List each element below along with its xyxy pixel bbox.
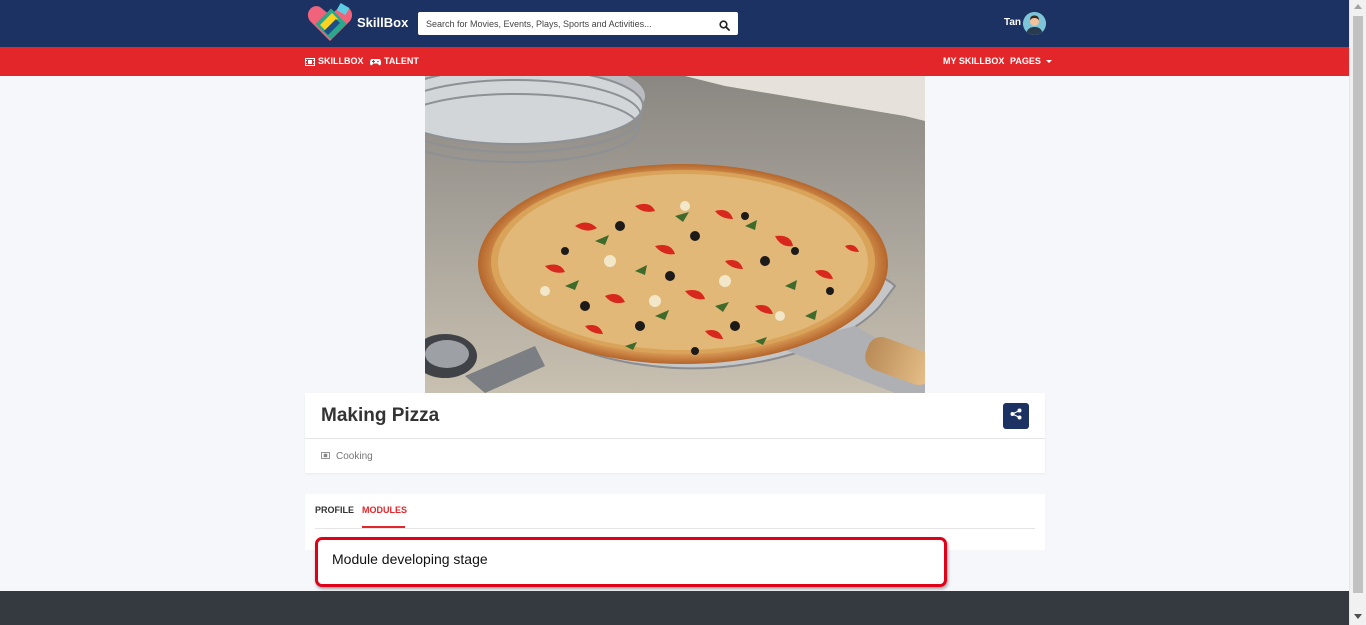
nav-talent[interactable]: TALENT [370,47,419,76]
nav-talent-label: TALENT [384,56,419,66]
page-footer [0,591,1349,625]
nav-pages-dropdown[interactable]: PAGES [1010,47,1052,76]
share-icon [1010,407,1022,425]
gamepad-icon [370,58,381,66]
card-divider [305,438,1045,439]
active-tab-indicator [362,526,405,528]
brand-name[interactable]: SkillBox [357,15,408,30]
course-cover-image [425,76,925,393]
skillbox-logo-icon[interactable] [306,3,354,44]
nav-pages-label: PAGES [1010,56,1041,66]
film-icon [321,451,330,462]
tab-profile[interactable]: PROFILE [315,505,354,515]
top-header: SkillBox Tan [0,0,1349,47]
course-title: Making Pizza [321,405,440,426]
scroll-up-icon[interactable] [1354,4,1362,9]
course-category: Cooking [321,451,373,462]
main-nav: SKILLBOX TALENT MY SKILLBOX PAGES [0,47,1349,76]
film-icon [305,57,315,66]
vertical-scrollbar[interactable] [1349,0,1366,625]
course-header-card: Making Pizza Cooking [305,393,1045,473]
search-bar [418,12,738,35]
chevron-down-icon [1045,60,1052,63]
module-status-box: Module developing stage [315,537,947,587]
share-button[interactable] [1003,403,1029,429]
scroll-thumb[interactable] [1353,16,1363,593]
search-input[interactable] [418,12,710,35]
nav-skillbox[interactable]: SKILLBOX [305,47,364,76]
tabs-divider [315,528,1035,529]
module-status-message: Module developing stage [332,551,488,567]
nav-my-skillbox[interactable]: MY SKILLBOX [943,47,1004,76]
tab-modules[interactable]: MODULES [362,505,407,515]
nav-my-skillbox-label: MY SKILLBOX [943,56,1005,66]
user-avatar[interactable] [1023,12,1046,35]
scroll-down-icon[interactable] [1354,614,1362,619]
user-name[interactable]: Tan [1004,17,1021,28]
search-icon[interactable] [719,18,730,31]
category-label: Cooking [336,451,373,462]
nav-skillbox-label: SKILLBOX [318,56,364,66]
